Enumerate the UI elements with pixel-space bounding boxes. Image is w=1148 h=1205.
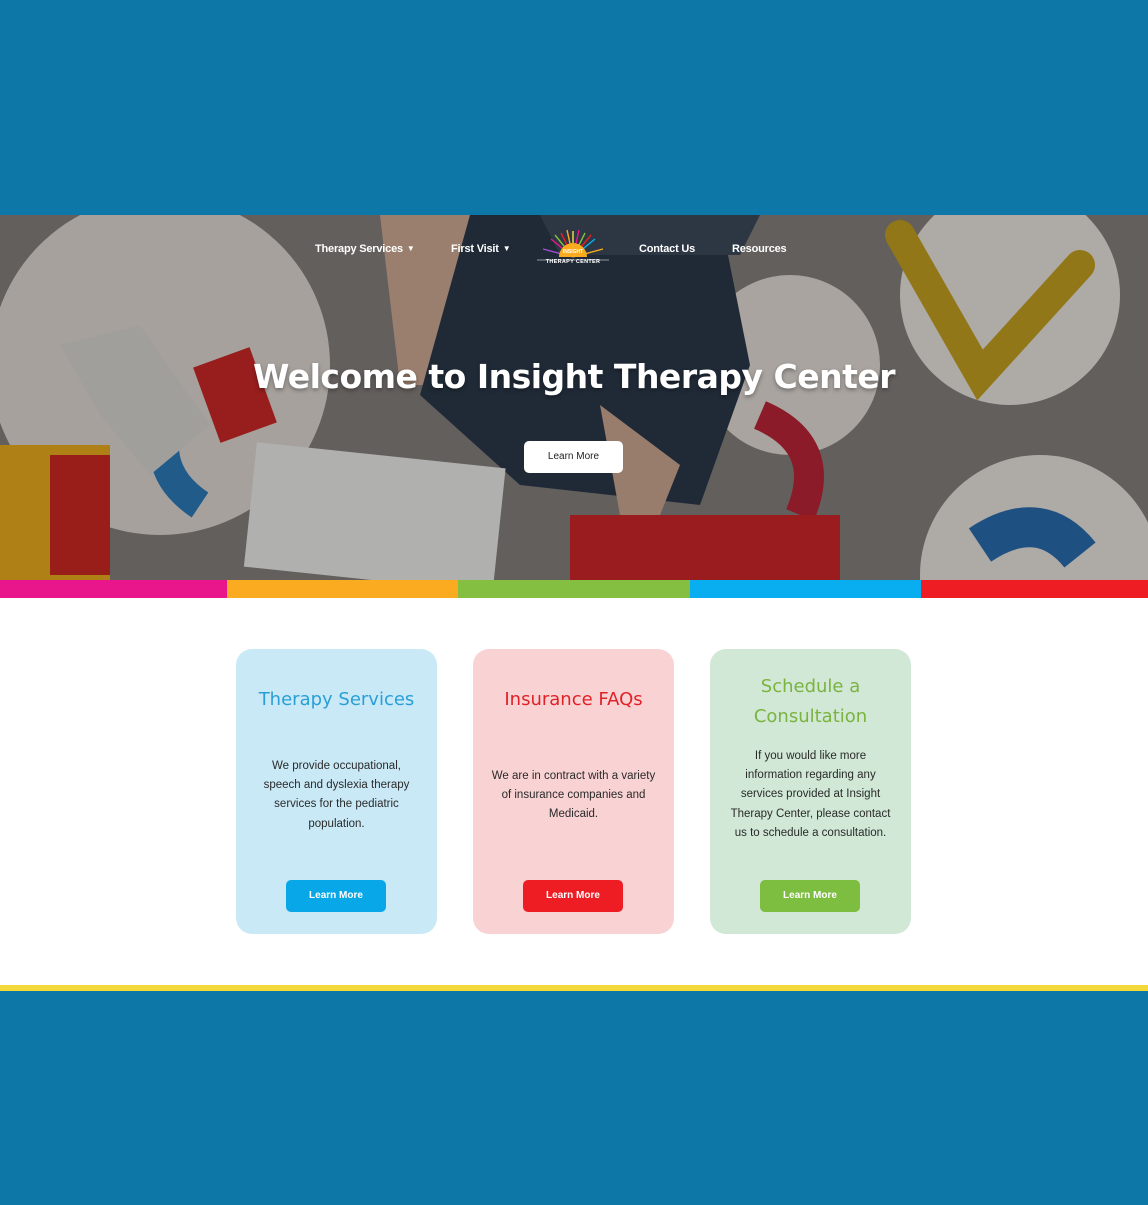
nav-first-visit[interactable]: First Visit ▼ [451, 243, 511, 255]
chevron-down-icon: ▼ [502, 244, 511, 253]
card-therapy-services: Therapy Services We provide occupational… [236, 649, 437, 934]
card-insurance-faqs: Insurance FAQs We are in contract with a… [473, 649, 674, 934]
logo-text-therapy-center: THERAPY CENTER [545, 259, 601, 265]
nav-resources[interactable]: Resources [732, 243, 787, 255]
color-stripe-pink [0, 580, 227, 598]
bottom-background-band [0, 991, 1148, 1205]
nav-resources-label: Resources [732, 243, 787, 255]
schedule-consultation-learn-more-button[interactable]: Learn More [760, 880, 860, 912]
color-stripe-blue [690, 580, 921, 598]
therapy-services-learn-more-button[interactable]: Learn More [286, 880, 386, 912]
color-stripe-green [458, 580, 690, 598]
main-nav: Therapy Services ▼ First Visit ▼ INSIGHT… [0, 215, 1148, 285]
card-schedule-consultation: Schedule a Consultation If you would lik… [710, 649, 911, 934]
hero-learn-more-button[interactable]: Learn More [524, 441, 623, 473]
nav-contact-us[interactable]: Contact Us [639, 243, 695, 255]
card-title: Therapy Services [258, 689, 415, 710]
card-title: Insurance FAQs [504, 689, 643, 710]
color-stripe-orange [227, 580, 458, 598]
nav-therapy-services-label: Therapy Services [315, 243, 403, 255]
hero-section: Therapy Services ▼ First Visit ▼ INSIGHT… [0, 215, 1148, 580]
nav-first-visit-label: First Visit [451, 243, 499, 255]
nav-contact-us-label: Contact Us [639, 243, 696, 255]
card-title: Schedule a Consultation [753, 676, 868, 727]
site-logo[interactable]: INSIGHT THERAPY CENTER [533, 227, 613, 271]
card-text: If you would like more information regar… [730, 750, 891, 839]
card-text: We are in contract with a variety of ins… [491, 770, 656, 821]
logo-text-insight: INSIGHT [562, 249, 584, 255]
chevron-down-icon: ▼ [406, 244, 415, 253]
services-cards-section: Therapy Services We provide occupational… [0, 598, 1148, 985]
hero-title: Welcome to Insight Therapy Center [252, 357, 896, 396]
top-background-band [0, 0, 1148, 215]
card-text: We provide occupational, speech and dysl… [263, 760, 410, 830]
insurance-faqs-learn-more-button[interactable]: Learn More [523, 880, 623, 912]
color-stripe-red [921, 580, 1148, 598]
nav-therapy-services[interactable]: Therapy Services ▼ [315, 243, 415, 255]
